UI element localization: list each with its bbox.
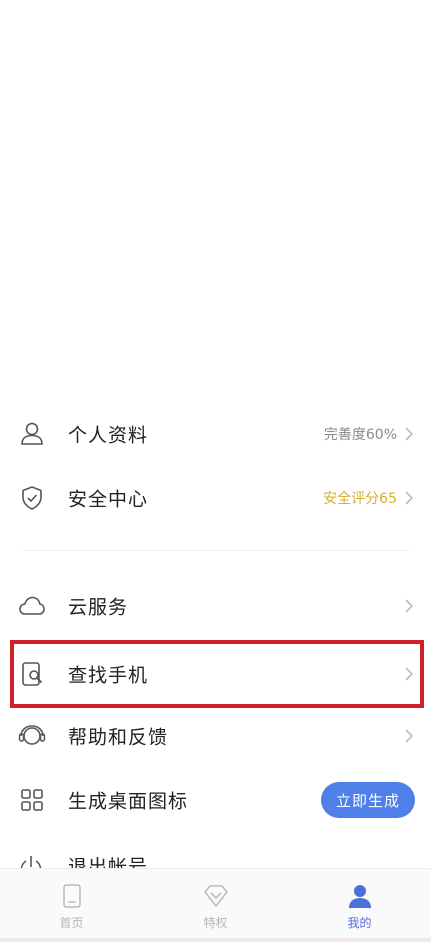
desktop-shortcut-label: 生成桌面图标 — [68, 790, 189, 813]
menu-item-security[interactable]: 安全中心 安全评分65 — [0, 466, 431, 530]
chevron-right-icon — [405, 729, 414, 743]
security-label: 安全中心 — [68, 488, 149, 511]
person-icon — [18, 420, 46, 448]
chevron-right-icon — [405, 599, 414, 613]
tab-mine-label: 我的 — [347, 915, 372, 930]
chevron-right-icon — [405, 491, 414, 505]
menu-item-cloud-service[interactable]: 云服务 — [0, 574, 431, 638]
bottom-tab-bar: 首页 特权 我的 — [0, 868, 431, 942]
phone-home-icon — [58, 882, 86, 910]
user-icon — [346, 882, 374, 910]
menu-item-profile[interactable]: 个人资料 完善度60% — [0, 402, 431, 466]
find-phone-label: 查找手机 — [68, 664, 149, 687]
grid-icon — [18, 786, 46, 814]
chevron-right-icon — [405, 667, 414, 681]
profile-label: 个人资料 — [68, 424, 149, 447]
profile-completion-text: 完善度60% — [323, 427, 397, 443]
headset-icon — [18, 722, 46, 750]
generate-now-button[interactable]: 立即生成 — [321, 782, 415, 818]
menu-item-help-feedback[interactable]: 帮助和反馈 — [0, 704, 431, 768]
menu-item-find-phone[interactable]: 查找手机 — [0, 642, 431, 706]
help-feedback-label: 帮助和反馈 — [68, 726, 169, 749]
shield-check-icon — [18, 484, 46, 512]
tab-privileges[interactable]: 特权 — [144, 869, 287, 943]
tab-privileges-label: 特权 — [203, 915, 228, 930]
cloud-service-label: 云服务 — [68, 596, 129, 619]
tab-mine[interactable]: 我的 — [288, 869, 431, 943]
diamond-icon — [202, 882, 230, 910]
security-score-text: 安全评分65 — [323, 491, 397, 507]
blank-header-area — [0, 0, 431, 400]
tab-home-label: 首页 — [59, 915, 84, 930]
menu-item-logout[interactable]: 退出帐号 — [0, 846, 431, 870]
find-phone-icon — [18, 660, 46, 688]
cloud-icon — [18, 592, 46, 620]
bottom-edge — [0, 938, 431, 942]
tab-home[interactable]: 首页 — [0, 869, 143, 943]
section-divider — [22, 550, 410, 551]
chevron-right-icon — [405, 427, 414, 441]
